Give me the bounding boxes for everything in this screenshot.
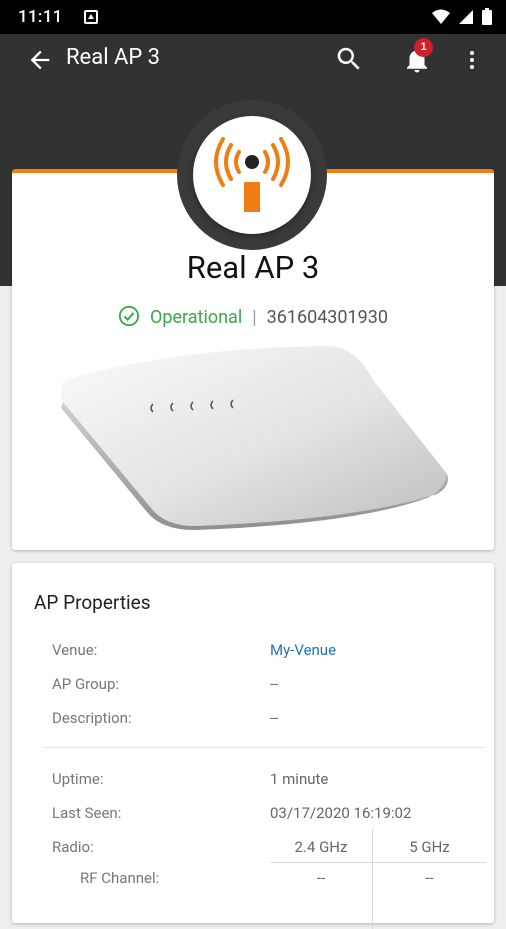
access-point-icon (214, 137, 290, 212)
band-5ghz-header: 5 GHz (409, 838, 450, 856)
radio-label: Radio: (52, 838, 94, 856)
battery-icon (482, 8, 492, 25)
uptime-value: 1 minute (270, 770, 329, 788)
status-time: 11:11 (18, 7, 63, 27)
rf-channel-label: RF Channel: (80, 869, 160, 887)
venue-label: Venue: (52, 641, 98, 659)
status-badge: Operational (149, 307, 243, 328)
last-seen-value: 03/17/2020 16:19:02 (270, 804, 412, 822)
serial-number: 361604301930 (266, 307, 389, 328)
notification-count-badge: 1 (414, 38, 433, 57)
wifi-icon (432, 9, 450, 24)
app-bar: Real AP 3 1 (0, 34, 506, 86)
more-options-icon[interactable] (460, 46, 484, 74)
search-icon[interactable] (334, 44, 364, 74)
status-icons (432, 8, 492, 25)
back-arrow-icon[interactable] (26, 46, 54, 74)
rf-channel-5ghz-value: -- (425, 869, 434, 887)
section-title: AP Properties (34, 591, 151, 614)
uptime-label: Uptime: (52, 770, 104, 788)
last-seen-label: Last Seen: (52, 804, 122, 822)
table-divider (270, 862, 486, 863)
ap-name: Real AP 3 (186, 249, 320, 286)
divider (45, 747, 483, 748)
page-title: Real AP 3 (66, 45, 161, 70)
check-circle-icon (118, 305, 140, 332)
band-2-4ghz-header: 2.4 GHz (294, 838, 348, 856)
rf-channel-2-4ghz-value: -- (316, 869, 326, 887)
ap-properties-card: AP Properties Venue: My-Venue AP Group: … (12, 563, 494, 929)
signal-icon (459, 9, 473, 24)
status-bar: 11:11 (0, 0, 506, 34)
ap-group-label: AP Group: (52, 675, 120, 693)
ap-group-value: -- (270, 675, 279, 693)
description-value: -- (270, 709, 279, 727)
radio-table: 2.4 GHz 5 GHz -- -- (270, 829, 486, 929)
access-point-badge (193, 116, 311, 234)
notification-icon (84, 10, 98, 24)
access-point-device-image (61, 346, 448, 530)
venue-link[interactable]: My-Venue (270, 641, 336, 659)
separator: | (252, 307, 257, 328)
description-label: Description: (52, 709, 132, 727)
ap-status-line: Operational | 361604301930 (0, 305, 506, 332)
